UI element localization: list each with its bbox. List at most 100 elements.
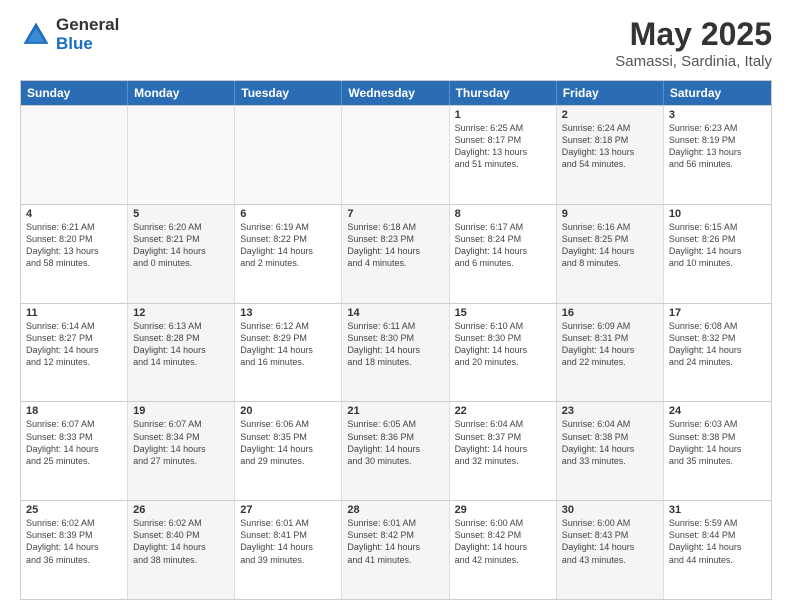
day-number: 10 xyxy=(669,208,766,220)
day-info: Sunrise: 6:00 AM Sunset: 8:42 PM Dayligh… xyxy=(455,517,551,566)
cal-empty-0-1 xyxy=(128,106,235,204)
title-block: May 2025 Samassi, Sardinia, Italy xyxy=(615,16,772,70)
day-info: Sunrise: 6:03 AM Sunset: 8:38 PM Dayligh… xyxy=(669,418,766,467)
cal-day-5: 5Sunrise: 6:20 AM Sunset: 8:21 PM Daylig… xyxy=(128,205,235,303)
logo-icon xyxy=(20,19,52,51)
cal-day-10: 10Sunrise: 6:15 AM Sunset: 8:26 PM Dayli… xyxy=(664,205,771,303)
day-number: 2 xyxy=(562,109,658,121)
cal-week-5: 25Sunrise: 6:02 AM Sunset: 8:39 PM Dayli… xyxy=(21,500,771,599)
cal-day-11: 11Sunrise: 6:14 AM Sunset: 8:27 PM Dayli… xyxy=(21,304,128,402)
cal-empty-0-3 xyxy=(342,106,449,204)
main-title: May 2025 xyxy=(615,16,772,53)
calendar: SundayMondayTuesdayWednesdayThursdayFrid… xyxy=(20,80,772,600)
calendar-body: 1Sunrise: 6:25 AM Sunset: 8:17 PM Daylig… xyxy=(21,105,771,599)
header: General Blue May 2025 Samassi, Sardinia,… xyxy=(20,16,772,70)
day-info: Sunrise: 6:20 AM Sunset: 8:21 PM Dayligh… xyxy=(133,221,229,270)
day-info: Sunrise: 6:21 AM Sunset: 8:20 PM Dayligh… xyxy=(26,221,122,270)
cal-day-4: 4Sunrise: 6:21 AM Sunset: 8:20 PM Daylig… xyxy=(21,205,128,303)
day-number: 27 xyxy=(240,504,336,516)
day-number: 6 xyxy=(240,208,336,220)
cal-day-17: 17Sunrise: 6:08 AM Sunset: 8:32 PM Dayli… xyxy=(664,304,771,402)
day-info: Sunrise: 6:05 AM Sunset: 8:36 PM Dayligh… xyxy=(347,418,443,467)
logo: General Blue xyxy=(20,16,119,53)
cal-day-18: 18Sunrise: 6:07 AM Sunset: 8:33 PM Dayli… xyxy=(21,402,128,500)
header-day-sunday: Sunday xyxy=(21,81,128,105)
subtitle: Samassi, Sardinia, Italy xyxy=(615,53,772,70)
cal-day-27: 27Sunrise: 6:01 AM Sunset: 8:41 PM Dayli… xyxy=(235,501,342,599)
header-day-wednesday: Wednesday xyxy=(342,81,449,105)
cal-week-1: 1Sunrise: 6:25 AM Sunset: 8:17 PM Daylig… xyxy=(21,105,771,204)
day-number: 16 xyxy=(562,307,658,319)
cal-day-21: 21Sunrise: 6:05 AM Sunset: 8:36 PM Dayli… xyxy=(342,402,449,500)
day-number: 31 xyxy=(669,504,766,516)
cal-day-13: 13Sunrise: 6:12 AM Sunset: 8:29 PM Dayli… xyxy=(235,304,342,402)
cal-day-26: 26Sunrise: 6:02 AM Sunset: 8:40 PM Dayli… xyxy=(128,501,235,599)
day-info: Sunrise: 6:07 AM Sunset: 8:33 PM Dayligh… xyxy=(26,418,122,467)
header-day-thursday: Thursday xyxy=(450,81,557,105)
day-info: Sunrise: 6:06 AM Sunset: 8:35 PM Dayligh… xyxy=(240,418,336,467)
day-number: 5 xyxy=(133,208,229,220)
day-number: 3 xyxy=(669,109,766,121)
day-number: 30 xyxy=(562,504,658,516)
day-info: Sunrise: 5:59 AM Sunset: 8:44 PM Dayligh… xyxy=(669,517,766,566)
day-number: 12 xyxy=(133,307,229,319)
cal-day-29: 29Sunrise: 6:00 AM Sunset: 8:42 PM Dayli… xyxy=(450,501,557,599)
day-info: Sunrise: 6:00 AM Sunset: 8:43 PM Dayligh… xyxy=(562,517,658,566)
cal-day-20: 20Sunrise: 6:06 AM Sunset: 8:35 PM Dayli… xyxy=(235,402,342,500)
cal-day-2: 2Sunrise: 6:24 AM Sunset: 8:18 PM Daylig… xyxy=(557,106,664,204)
cal-day-24: 24Sunrise: 6:03 AM Sunset: 8:38 PM Dayli… xyxy=(664,402,771,500)
day-number: 22 xyxy=(455,405,551,417)
header-day-monday: Monday xyxy=(128,81,235,105)
day-number: 20 xyxy=(240,405,336,417)
day-number: 15 xyxy=(455,307,551,319)
day-info: Sunrise: 6:16 AM Sunset: 8:25 PM Dayligh… xyxy=(562,221,658,270)
day-info: Sunrise: 6:17 AM Sunset: 8:24 PM Dayligh… xyxy=(455,221,551,270)
day-info: Sunrise: 6:15 AM Sunset: 8:26 PM Dayligh… xyxy=(669,221,766,270)
cal-week-3: 11Sunrise: 6:14 AM Sunset: 8:27 PM Dayli… xyxy=(21,303,771,402)
calendar-header: SundayMondayTuesdayWednesdayThursdayFrid… xyxy=(21,81,771,105)
cal-day-3: 3Sunrise: 6:23 AM Sunset: 8:19 PM Daylig… xyxy=(664,106,771,204)
cal-week-4: 18Sunrise: 6:07 AM Sunset: 8:33 PM Dayli… xyxy=(21,401,771,500)
day-info: Sunrise: 6:13 AM Sunset: 8:28 PM Dayligh… xyxy=(133,320,229,369)
cal-day-14: 14Sunrise: 6:11 AM Sunset: 8:30 PM Dayli… xyxy=(342,304,449,402)
day-number: 24 xyxy=(669,405,766,417)
cal-empty-0-0 xyxy=(21,106,128,204)
cal-day-15: 15Sunrise: 6:10 AM Sunset: 8:30 PM Dayli… xyxy=(450,304,557,402)
cal-day-25: 25Sunrise: 6:02 AM Sunset: 8:39 PM Dayli… xyxy=(21,501,128,599)
cal-day-30: 30Sunrise: 6:00 AM Sunset: 8:43 PM Dayli… xyxy=(557,501,664,599)
day-info: Sunrise: 6:11 AM Sunset: 8:30 PM Dayligh… xyxy=(347,320,443,369)
cal-day-1: 1Sunrise: 6:25 AM Sunset: 8:17 PM Daylig… xyxy=(450,106,557,204)
day-number: 7 xyxy=(347,208,443,220)
cal-week-2: 4Sunrise: 6:21 AM Sunset: 8:20 PM Daylig… xyxy=(21,204,771,303)
day-number: 13 xyxy=(240,307,336,319)
day-number: 17 xyxy=(669,307,766,319)
day-info: Sunrise: 6:25 AM Sunset: 8:17 PM Dayligh… xyxy=(455,122,551,171)
cal-day-16: 16Sunrise: 6:09 AM Sunset: 8:31 PM Dayli… xyxy=(557,304,664,402)
day-number: 19 xyxy=(133,405,229,417)
cal-day-19: 19Sunrise: 6:07 AM Sunset: 8:34 PM Dayli… xyxy=(128,402,235,500)
cal-day-6: 6Sunrise: 6:19 AM Sunset: 8:22 PM Daylig… xyxy=(235,205,342,303)
day-number: 23 xyxy=(562,405,658,417)
day-number: 1 xyxy=(455,109,551,121)
day-info: Sunrise: 6:23 AM Sunset: 8:19 PM Dayligh… xyxy=(669,122,766,171)
day-info: Sunrise: 6:14 AM Sunset: 8:27 PM Dayligh… xyxy=(26,320,122,369)
day-number: 25 xyxy=(26,504,122,516)
header-day-tuesday: Tuesday xyxy=(235,81,342,105)
day-info: Sunrise: 6:12 AM Sunset: 8:29 PM Dayligh… xyxy=(240,320,336,369)
day-info: Sunrise: 6:07 AM Sunset: 8:34 PM Dayligh… xyxy=(133,418,229,467)
logo-general: General xyxy=(56,16,119,35)
day-number: 26 xyxy=(133,504,229,516)
cal-day-8: 8Sunrise: 6:17 AM Sunset: 8:24 PM Daylig… xyxy=(450,205,557,303)
header-day-saturday: Saturday xyxy=(664,81,771,105)
cal-day-31: 31Sunrise: 5:59 AM Sunset: 8:44 PM Dayli… xyxy=(664,501,771,599)
day-info: Sunrise: 6:10 AM Sunset: 8:30 PM Dayligh… xyxy=(455,320,551,369)
cal-day-7: 7Sunrise: 6:18 AM Sunset: 8:23 PM Daylig… xyxy=(342,205,449,303)
cal-day-23: 23Sunrise: 6:04 AM Sunset: 8:38 PM Dayli… xyxy=(557,402,664,500)
day-info: Sunrise: 6:18 AM Sunset: 8:23 PM Dayligh… xyxy=(347,221,443,270)
cal-day-28: 28Sunrise: 6:01 AM Sunset: 8:42 PM Dayli… xyxy=(342,501,449,599)
day-number: 14 xyxy=(347,307,443,319)
day-info: Sunrise: 6:09 AM Sunset: 8:31 PM Dayligh… xyxy=(562,320,658,369)
day-info: Sunrise: 6:04 AM Sunset: 8:37 PM Dayligh… xyxy=(455,418,551,467)
day-number: 18 xyxy=(26,405,122,417)
day-number: 28 xyxy=(347,504,443,516)
